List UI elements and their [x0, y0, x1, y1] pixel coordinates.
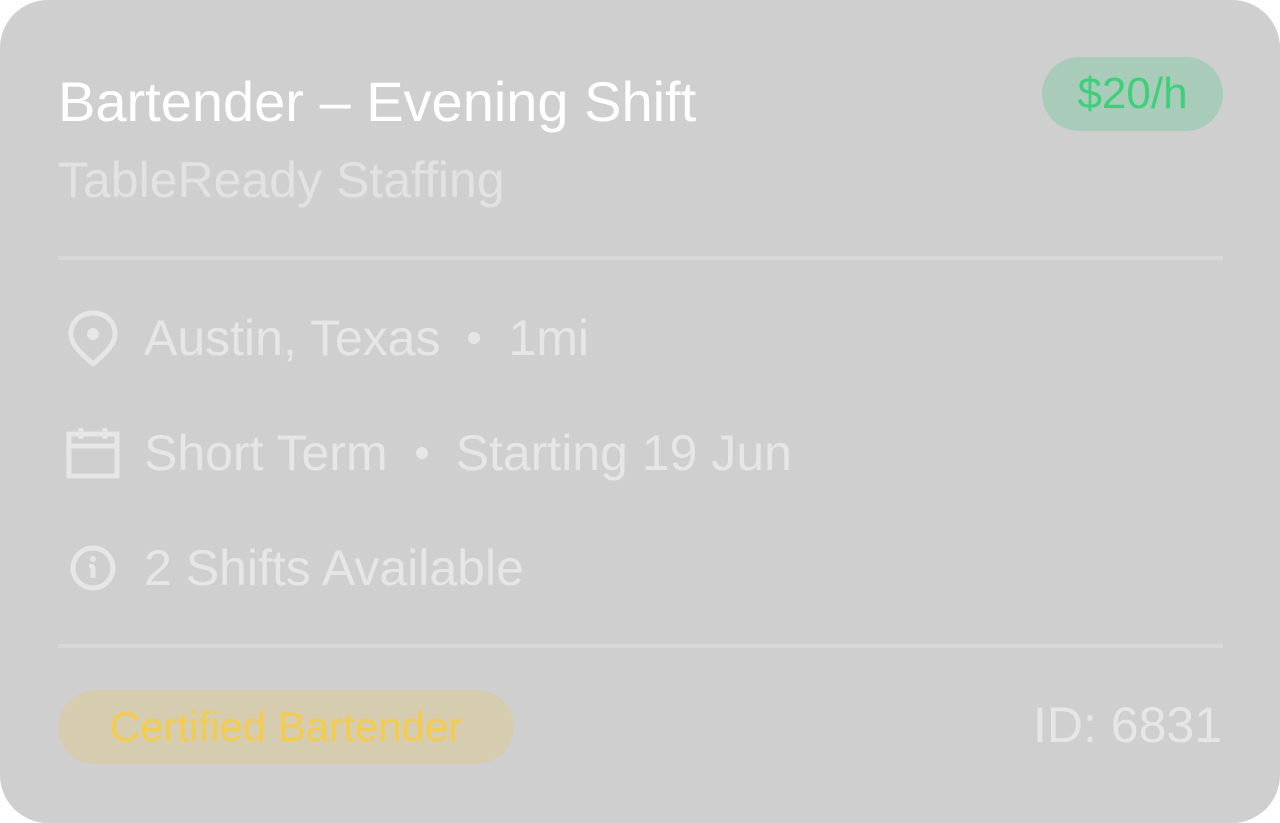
separator-dot [415, 447, 428, 459]
shifts-row: 2 Shifts Available [58, 533, 524, 603]
certification-label: Certified Bartender [109, 703, 463, 750]
job-card[interactable]: Bartender – Evening Shift TableReady Sta… [0, 0, 1280, 823]
certification-badge: Certified Bartender [58, 690, 514, 764]
divider [58, 256, 1223, 260]
pay-rate-badge: $20/h [1042, 57, 1223, 131]
divider [58, 644, 1223, 648]
schedule-row: Short Term Starting 19 Jun [58, 418, 792, 488]
separator-dot [468, 332, 481, 344]
shifts-available-text: 2 Shifts Available [144, 540, 524, 596]
distance-text: 1mi [508, 310, 590, 366]
info-icon [58, 533, 128, 603]
term-text: Short Term [144, 425, 388, 481]
map-pin-icon [58, 303, 128, 373]
company-name: TableReady Staffing [58, 152, 505, 208]
calendar-icon [58, 418, 128, 488]
start-date-text: Starting 19 Jun [455, 425, 792, 481]
job-id: ID: 6831 [1032, 697, 1222, 753]
pay-rate-label: $20/h [1077, 69, 1188, 118]
location-row: Austin, Texas 1mi [58, 303, 589, 373]
job-title: Bartender – Evening Shift [58, 70, 697, 133]
location-text: Austin, Texas [144, 310, 441, 366]
